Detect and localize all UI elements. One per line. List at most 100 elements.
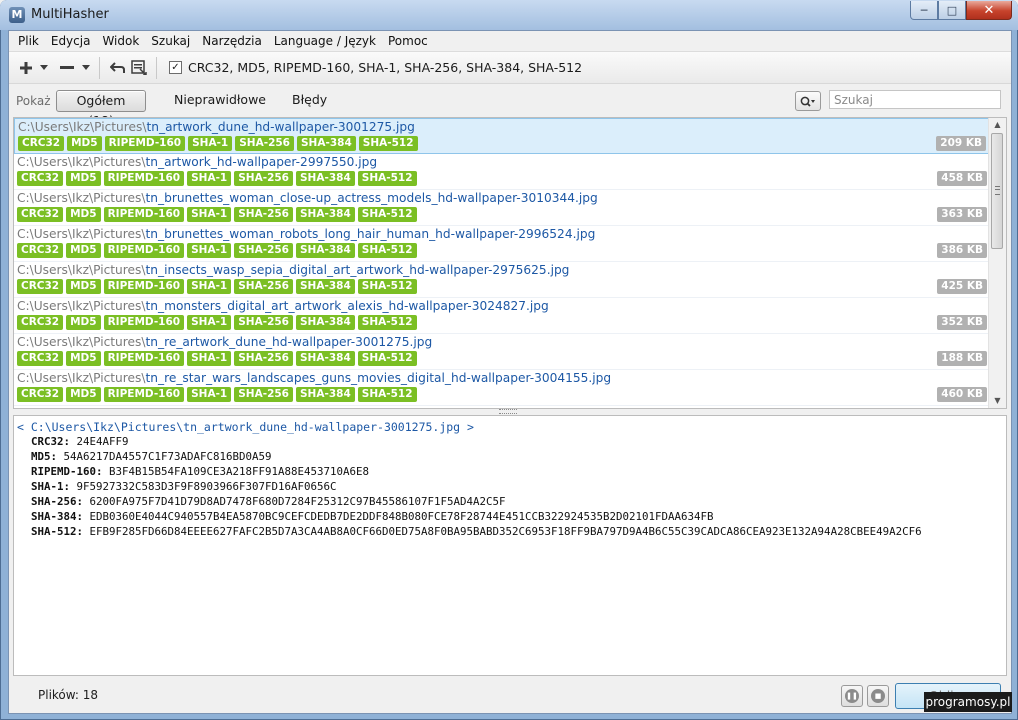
- file-directory: C:\Users\Ikz\Pictures\: [17, 263, 146, 277]
- tab-invalid[interactable]: Nieprawidłowe: [167, 90, 273, 110]
- file-row[interactable]: C:\Users\Ikz\Pictures\tn_artwork_hd-wall…: [14, 154, 989, 190]
- hash-line[interactable]: SHA-384: EDB0360E4044C940557B4EA5870BC9C…: [31, 510, 714, 523]
- file-name-link[interactable]: tn_re_artwork_dune_hd-wallpaper-3001275.…: [145, 335, 432, 349]
- hash-tag: RIPEMD-160: [104, 136, 186, 151]
- hash-tag: RIPEMD-160: [103, 243, 185, 258]
- file-path: C:\Users\Ikz\Pictures\tn_monsters_digita…: [17, 299, 549, 313]
- hash-tag: SHA-512: [357, 351, 417, 366]
- hash-tags: CRC32 MD5 RIPEMD-160 SHA-1 SHA-256 SHA-384 SHA…: [17, 171, 420, 186]
- client-area: Plik Edycja Widok Szukaj Narzędzia Langu…: [8, 30, 1012, 714]
- add-dropdown-button[interactable]: [37, 56, 51, 80]
- close-button[interactable]: ✕: [966, 1, 1012, 20]
- file-name-link[interactable]: tn_brunettes_woman_robots_long_hair_huma…: [145, 227, 595, 241]
- hash-key: SHA-256:: [31, 495, 84, 508]
- menu-language[interactable]: Language / Język: [268, 31, 382, 51]
- toolbar: ✓ CRC32, MD5, RIPEMD-160, SHA-1, SHA-256…: [9, 51, 1011, 84]
- hash-tag: SHA-384: [296, 387, 355, 402]
- menu-edycja[interactable]: Edycja: [45, 31, 97, 51]
- undo-arrow-icon: [109, 61, 125, 73]
- file-size-badge: 458 KB: [937, 171, 987, 186]
- chevron-down-icon: [40, 65, 48, 70]
- hash-line[interactable]: SHA-512: EFB9F285FD66D84EEEE627FAFC2B5D7…: [31, 525, 922, 538]
- algorithms-checkbox[interactable]: ✓: [169, 61, 182, 74]
- hash-line[interactable]: SHA-256: 6200FA975F7D41D79D8AD7478F680D7…: [31, 495, 506, 508]
- search-options-button[interactable]: [795, 91, 821, 111]
- menu-bar: Plik Edycja Widok Szukaj Narzędzia Langu…: [9, 31, 1011, 51]
- hash-value: 9F5927332C583D3F9F8903966F307FD16AF0656C: [76, 480, 337, 493]
- remove-button[interactable]: [55, 56, 79, 80]
- hash-tag: MD5: [66, 207, 101, 222]
- file-row[interactable]: C:\Users\Ikz\Pictures\tn_re_artwork_dune…: [14, 334, 989, 370]
- file-row[interactable]: C:\Users\Ikz\Pictures\tn_brunettes_woman…: [14, 226, 989, 262]
- file-path: C:\Users\Ikz\Pictures\tn_brunettes_woman…: [17, 191, 598, 205]
- file-size-badge: 352 KB: [937, 315, 987, 330]
- algorithms-label[interactable]: CRC32, MD5, RIPEMD-160, SHA-1, SHA-256, …: [188, 60, 582, 75]
- hash-tag: SHA-256: [234, 387, 293, 402]
- file-name-link[interactable]: tn_artwork_dune_hd-wallpaper-3001275.jpg: [146, 120, 414, 134]
- hash-tag: RIPEMD-160: [103, 351, 185, 366]
- file-name-link[interactable]: tn_monsters_digital_art_artwork_alexis_h…: [145, 299, 548, 313]
- hash-tags: CRC32 MD5 RIPEMD-160 SHA-1 SHA-256 SHA-384 SHA…: [17, 207, 420, 222]
- search-input[interactable]: [829, 90, 1001, 109]
- file-size-badge: 460 KB: [937, 387, 987, 402]
- hash-value: 24E4AFF9: [76, 435, 129, 448]
- export-button[interactable]: [128, 56, 150, 80]
- file-directory: C:\Users\Ikz\Pictures\: [17, 299, 146, 313]
- toolbar-separator: [156, 56, 157, 79]
- hash-line[interactable]: SHA-1: 9F5927332C583D3F9F8903966F307FD16…: [31, 480, 337, 493]
- title-bar[interactable]: M MultiHasher ─ □ ✕: [0, 0, 1018, 30]
- scrollbar-thumb[interactable]: [991, 133, 1003, 249]
- file-path: C:\Users\Ikz\Pictures\tn_artwork_dune_hd…: [18, 120, 415, 134]
- splitter-handle[interactable]: [499, 409, 517, 414]
- hash-key: SHA-384:: [31, 510, 84, 523]
- pause-button[interactable]: ❚❚: [841, 685, 863, 707]
- file-row[interactable]: C:\Users\Ikz\Pictures\tn_monsters_digita…: [14, 298, 989, 334]
- scroll-down-arrow-icon[interactable]: ▼: [989, 394, 1006, 408]
- file-row[interactable]: C:\Users\Ikz\Pictures\tn_artwork_dune_hd…: [14, 118, 989, 154]
- menu-pomoc[interactable]: Pomoc: [382, 31, 434, 51]
- file-row[interactable]: C:\Users\Ikz\Pictures\tn_re_star_wars_la…: [14, 370, 989, 406]
- hash-tag: CRC32: [17, 207, 64, 222]
- tab-all[interactable]: Ogółem (18): [56, 90, 146, 128]
- menu-widok[interactable]: Widok: [96, 31, 145, 51]
- hash-value: 6200FA975F7D41D79D8AD7478F680D7284F25312…: [89, 495, 506, 508]
- undo-button[interactable]: [106, 56, 128, 80]
- chevron-down-icon: [82, 65, 90, 70]
- file-list-scrollbar[interactable]: ▲ ▼: [988, 118, 1006, 408]
- hash-line[interactable]: MD5: 54A6217DA4557C1F73ADAFC816BD0A59: [31, 450, 272, 463]
- remove-dropdown-button[interactable]: [79, 56, 93, 80]
- hash-tag: SHA-1: [188, 136, 233, 151]
- menu-szukaj[interactable]: Szukaj: [145, 31, 196, 51]
- menu-plik[interactable]: Plik: [12, 31, 45, 51]
- hash-line[interactable]: RIPEMD-160: B3F4B15B54FA109CE3A218FF91A8…: [31, 465, 369, 478]
- file-size-badge: 363 KB: [937, 207, 987, 222]
- add-button[interactable]: [15, 56, 37, 80]
- maximize-button[interactable]: □: [938, 1, 966, 20]
- hash-tag: SHA-1: [187, 243, 232, 258]
- hash-tags: CRC32 MD5 RIPEMD-160 SHA-1 SHA-256 SHA-384 SHA…: [18, 136, 421, 151]
- hash-key: SHA-1:: [31, 480, 71, 493]
- file-name-link[interactable]: tn_artwork_hd-wallpaper-2997550.jpg: [145, 155, 377, 169]
- hash-tag: CRC32: [17, 279, 64, 294]
- scroll-up-arrow-icon[interactable]: ▲: [989, 118, 1006, 132]
- app-window: M MultiHasher ─ □ ✕ Plik Edycja Widok Sz…: [0, 0, 1018, 720]
- hash-tag: SHA-1: [187, 279, 232, 294]
- hash-tag: CRC32: [17, 243, 64, 258]
- stop-button[interactable]: ■: [867, 685, 889, 707]
- toolbar-separator: [99, 56, 100, 79]
- hash-key: MD5:: [31, 450, 58, 463]
- file-row[interactable]: C:\Users\Ikz\Pictures\tn_insects_wasp_se…: [14, 262, 989, 298]
- menu-narzedzia[interactable]: Narzędzia: [196, 31, 268, 51]
- tab-errors[interactable]: Błędy: [285, 90, 334, 110]
- hash-tag: SHA-512: [357, 207, 417, 222]
- details-file-path[interactable]: < C:\Users\Ikz\Pictures\tn_artwork_dune_…: [17, 420, 474, 434]
- file-name-link[interactable]: tn_re_star_wars_landscapes_guns_movies_d…: [145, 371, 611, 385]
- window-title: MultiHasher: [31, 7, 109, 22]
- hash-line[interactable]: CRC32: 24E4AFF9: [31, 435, 129, 448]
- file-name-link[interactable]: tn_insects_wasp_sepia_digital_art_artwor…: [145, 263, 569, 277]
- hash-value: EFB9F285FD66D84EEEE627FAFC2B5D7A3CA4AB8A…: [89, 525, 922, 538]
- file-row[interactable]: C:\Users\Ikz\Pictures\tn_brunettes_woman…: [14, 190, 989, 226]
- hash-tags: CRC32 MD5 RIPEMD-160 SHA-1 SHA-256 SHA-384 SHA…: [17, 387, 420, 402]
- minimize-button[interactable]: ─: [910, 1, 938, 20]
- file-name-link[interactable]: tn_brunettes_woman_close-up_actress_mode…: [145, 191, 597, 205]
